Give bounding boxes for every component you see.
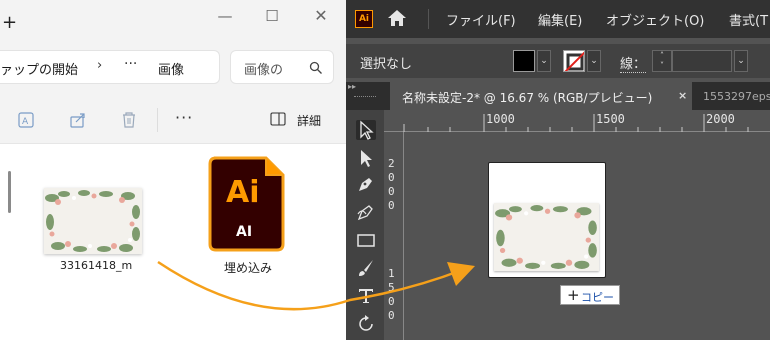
new-tab-button[interactable]: + [2, 14, 17, 32]
ruler-label: 2000 [706, 112, 735, 126]
close-button[interactable]: ✕ [310, 6, 332, 26]
plus-icon: + [567, 286, 580, 304]
stroke-label[interactable]: 線： [620, 53, 647, 73]
paintbrush-tool-icon[interactable] [356, 258, 376, 278]
toolbar-divider [157, 108, 158, 132]
menu-bar: Ai ファイル(F) 編集(E) オブジェクト(O) 書式(T [346, 0, 770, 38]
menu-file[interactable]: ファイル(F) [446, 10, 516, 29]
floral-frame-image [494, 203, 599, 271]
ruler-label: 0 [388, 185, 395, 198]
details-pane-icon[interactable] [270, 112, 286, 126]
drag-preview-image [494, 203, 599, 271]
close-tab-icon[interactable]: × [678, 89, 687, 102]
maximize-button[interactable]: ☐ [261, 6, 283, 26]
stroke-weight-dropdown[interactable]: ⌄ [734, 50, 748, 72]
control-bar: 選択なし ⌄ ⌄ 線： ˄ ˅ ⌄ [346, 44, 770, 78]
trash-icon[interactable] [119, 110, 139, 130]
stroke-dropdown[interactable]: ⌄ [587, 50, 601, 72]
illustrator-logo: Ai [355, 10, 373, 28]
breadcrumb-item-startup[interactable]: ァップの開始 [0, 59, 78, 78]
menu-edit[interactable]: 編集(E) [538, 10, 582, 29]
breadcrumb-overflow[interactable]: ··· [124, 56, 137, 72]
scrollbar[interactable] [8, 171, 11, 213]
copy-tooltip-label: コピー [581, 291, 614, 304]
illustrator-file-icon[interactable]: Ai AI [208, 156, 285, 252]
rectangle-tool-icon[interactable] [356, 230, 376, 250]
pen-tool-icon[interactable] [356, 174, 376, 194]
drag-preview-frame [488, 162, 606, 278]
ruler-label: 5 [388, 281, 395, 294]
document-tab-bar: ▸▸ 名称未設定-2* @ 16.67 % (RGB/プレビュー) × 1553… [346, 82, 770, 110]
ai-icon-text: Ai [226, 175, 260, 210]
menu-object[interactable]: オブジェクト(O) [606, 10, 704, 29]
file-list-area: 33161418_m Ai AI 埋め込み [0, 143, 346, 340]
selection-tool-icon[interactable] [356, 120, 376, 140]
home-icon[interactable] [387, 9, 407, 27]
curvature-tool-icon[interactable] [356, 202, 376, 222]
document-tab-active[interactable]: 名称未設定-2* @ 16.67 % (RGB/プレビュー) × [390, 82, 692, 110]
panel-grip[interactable] [354, 96, 376, 99]
ai-icon-subtext: AI [236, 224, 252, 240]
search-icon [309, 61, 322, 74]
document-tab-label: 名称未設定-2* @ 16.67 % (RGB/プレビュー) [402, 91, 653, 105]
ruler-label: 0 [388, 171, 395, 184]
explorer-command-bar: A ··· 詳細 [0, 100, 346, 140]
selection-status: 選択なし [360, 57, 413, 72]
breadcrumb-item-images[interactable]: 画像 [158, 59, 184, 78]
illustrator-window: Ai ファイル(F) 編集(E) オブジェクト(O) 書式(T 選択なし ⌄ ⌄… [346, 0, 770, 340]
ruler-label: 0 [388, 295, 395, 308]
image-thumbnail[interactable] [44, 188, 142, 254]
direct-selection-tool-icon[interactable] [356, 148, 376, 168]
menu-type[interactable]: 書式(T [729, 10, 768, 29]
ai-text-icon[interactable]: A [16, 110, 36, 130]
stroke-color-swatch[interactable] [563, 50, 585, 72]
document-tab-inactive[interactable]: 1553297eps [703, 90, 770, 103]
file-name-label[interactable]: 33161418_m [60, 259, 132, 272]
rotate-tool-icon[interactable] [356, 314, 376, 334]
fill-dropdown[interactable]: ⌄ [537, 50, 551, 72]
ruler-label: 0 [388, 309, 395, 322]
details-button[interactable]: 詳細 [297, 112, 321, 129]
embedded-file-label[interactable]: 埋め込み [224, 259, 272, 276]
artboard-canvas[interactable]: + コピー [405, 133, 770, 340]
floral-frame-image [44, 188, 142, 254]
stroke-weight-stepper[interactable]: ˄ ˅ [652, 50, 672, 72]
ruler-label: 0 [388, 199, 395, 212]
breadcrumb-separator[interactable]: › [97, 58, 102, 73]
ruler-label: 1000 [486, 112, 515, 126]
copy-tooltip: + コピー [560, 285, 620, 305]
no-stroke-icon [564, 51, 584, 71]
ruler-label: 2 [388, 157, 395, 170]
svg-text:A: A [22, 117, 29, 127]
share-icon[interactable] [68, 110, 88, 130]
horizontal-ruler: 1000 1500 2000 [384, 110, 770, 132]
type-tool-icon[interactable] [356, 286, 376, 306]
collapse-panel-icon[interactable]: ▸▸ [348, 82, 356, 91]
explorer-titlebar: + — ☐ ✕ [0, 0, 346, 36]
search-box[interactable]: 画像の [230, 50, 334, 84]
ruler-label: 1 [388, 267, 395, 280]
address-bar[interactable]: ァップの開始 › ··· 画像 [0, 50, 220, 84]
ruler-label: 1500 [596, 112, 625, 126]
tools-panel [346, 110, 384, 340]
minimize-button[interactable]: — [214, 6, 236, 26]
more-options-button[interactable]: ··· [175, 108, 193, 127]
file-explorer-window: + — ☐ ✕ ァップの開始 › ··· 画像 画像の A ··· 詳細 331… [0, 0, 346, 340]
menu-divider [428, 9, 429, 29]
vertical-ruler: 2 0 0 0 1 5 0 0 [384, 132, 404, 340]
fill-color-swatch[interactable] [513, 50, 535, 72]
search-input[interactable]: 画像の [244, 59, 283, 78]
stroke-weight-input[interactable] [672, 50, 732, 72]
